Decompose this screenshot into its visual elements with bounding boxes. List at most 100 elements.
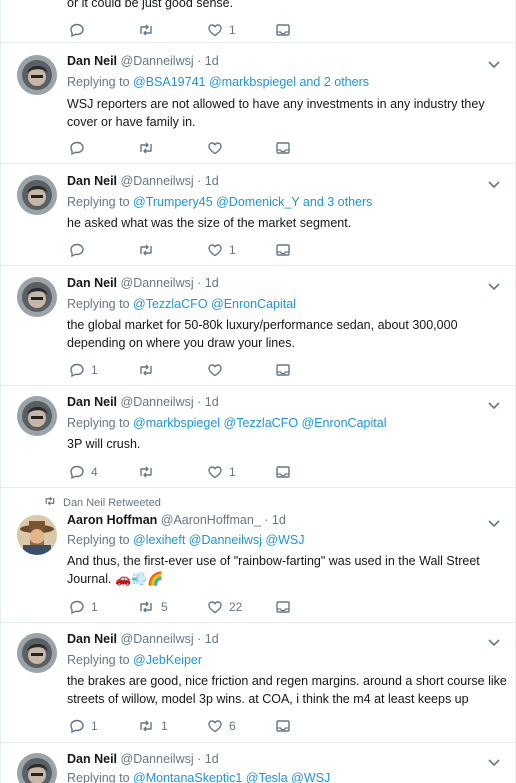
tweet-retweeted[interactable]: Dan Neil Retweeted Aaron Hoffman @AaronH… bbox=[1, 488, 515, 623]
reply-button[interactable] bbox=[69, 21, 85, 39]
author-handle[interactable]: @Danneilwsj bbox=[121, 752, 194, 766]
tweet[interactable]: Dan Neil @Danneilwsj · 1d Replying to @M… bbox=[1, 743, 515, 783]
dm-button[interactable] bbox=[275, 361, 291, 379]
replying-prefix: Replying to bbox=[67, 416, 130, 430]
tweet[interactable]: Dan Neil @Danneilwsj · 1d Replying to @T… bbox=[1, 164, 515, 266]
chevron-down-icon[interactable] bbox=[487, 517, 503, 529]
reply-button[interactable]: 1 bbox=[69, 598, 98, 616]
like-button[interactable] bbox=[207, 139, 223, 157]
like-button[interactable]: 6 bbox=[207, 717, 236, 735]
replying-prefix: Replying to bbox=[67, 653, 130, 667]
author-handle[interactable]: @Danneilwsj bbox=[121, 395, 194, 409]
tweet-actions: 4 1 bbox=[61, 463, 321, 481]
retweet-icon bbox=[137, 464, 155, 480]
replying-to: Replying to @MontanaSkeptic1 @Tesla @WSJ bbox=[67, 771, 330, 783]
reply-count: 4 bbox=[91, 465, 98, 479]
tweet-actions bbox=[61, 139, 321, 157]
author-name[interactable]: Dan Neil bbox=[67, 395, 117, 409]
retweet-button[interactable]: 5 bbox=[137, 598, 168, 616]
replying-mentions[interactable]: @MontanaSkeptic1 @Tesla @WSJ bbox=[133, 771, 330, 783]
retweet-button[interactable] bbox=[137, 139, 155, 157]
replying-mentions[interactable]: @JebKeiper bbox=[133, 653, 202, 667]
replying-others[interactable]: and 2 others bbox=[299, 75, 369, 89]
avatar[interactable] bbox=[17, 277, 57, 317]
author-name[interactable]: Dan Neil bbox=[67, 54, 117, 68]
retweet-icon bbox=[137, 140, 155, 156]
separator-dot: · bbox=[197, 632, 202, 646]
retweet-button[interactable] bbox=[137, 361, 155, 379]
retweet-button[interactable] bbox=[137, 21, 155, 39]
replying-mentions[interactable]: @BSA19741 @markbspiegel bbox=[133, 75, 296, 89]
retweet-icon bbox=[137, 599, 155, 615]
tweet-time[interactable]: 1d bbox=[205, 752, 219, 766]
envelope-icon bbox=[275, 140, 291, 156]
avatar[interactable] bbox=[17, 633, 57, 673]
chevron-down-icon[interactable] bbox=[487, 399, 503, 411]
replying-others[interactable]: and 3 others bbox=[303, 195, 373, 209]
replying-mentions[interactable]: @markbspiegel @TezzlaCFO @EnronCapital bbox=[133, 416, 386, 430]
tweet-time[interactable]: 1d bbox=[205, 632, 219, 646]
avatar[interactable] bbox=[17, 515, 57, 555]
author-handle[interactable]: @Danneilwsj bbox=[121, 632, 194, 646]
author-name[interactable]: Dan Neil bbox=[67, 752, 117, 766]
tweet-time[interactable]: 1d bbox=[205, 54, 219, 68]
tweet-partial-top[interactable]: or it could be just good sense. 1 bbox=[1, 0, 515, 43]
envelope-icon bbox=[275, 718, 291, 734]
like-button[interactable] bbox=[207, 361, 223, 379]
dm-button[interactable] bbox=[275, 717, 291, 735]
replying-mentions[interactable]: @TezzlaCFO @EnronCapital bbox=[133, 297, 296, 311]
like-button[interactable]: 22 bbox=[207, 598, 242, 616]
reply-button[interactable] bbox=[69, 139, 85, 157]
dm-button[interactable] bbox=[275, 241, 291, 259]
author-name[interactable]: Dan Neil bbox=[67, 174, 117, 188]
avatar[interactable] bbox=[17, 175, 57, 215]
reply-button[interactable]: 1 bbox=[69, 717, 98, 735]
replying-mentions[interactable]: @lexiheft @Danneilwsj @WSJ bbox=[133, 533, 304, 547]
retweet-button[interactable] bbox=[137, 241, 155, 259]
author-handle[interactable]: @AaronHoffman_ bbox=[161, 513, 261, 527]
like-button[interactable]: 1 bbox=[207, 21, 236, 39]
tweet-time[interactable]: 1d bbox=[205, 395, 219, 409]
chevron-down-icon[interactable] bbox=[487, 280, 503, 292]
reply-button[interactable] bbox=[69, 241, 85, 259]
separator-dot: · bbox=[197, 752, 202, 766]
like-count: 6 bbox=[229, 719, 236, 733]
chevron-down-icon[interactable] bbox=[487, 636, 503, 648]
author-name[interactable]: Aaron Hoffman bbox=[67, 513, 157, 527]
author-handle[interactable]: @Danneilwsj bbox=[121, 54, 194, 68]
chevron-down-icon[interactable] bbox=[487, 58, 503, 70]
author-handle[interactable]: @Danneilwsj bbox=[121, 174, 194, 188]
dm-button[interactable] bbox=[275, 463, 291, 481]
avatar[interactable] bbox=[17, 753, 57, 783]
replying-mentions[interactable]: @Trumpery45 @Domenick_Y bbox=[133, 195, 299, 209]
tweet[interactable]: Dan Neil @Danneilwsj · 1d Replying to @B… bbox=[1, 43, 515, 164]
reply-button[interactable]: 4 bbox=[69, 463, 98, 481]
envelope-icon bbox=[275, 464, 291, 480]
author-name[interactable]: Dan Neil bbox=[67, 276, 117, 290]
tweet-text-wrap: And thus, the first-ever use of "rainbow… bbox=[67, 552, 487, 589]
tweet[interactable]: Dan Neil @Danneilwsj · 1d Replying to @T… bbox=[1, 266, 515, 386]
like-button[interactable]: 1 bbox=[207, 463, 236, 481]
retweet-button[interactable] bbox=[137, 463, 155, 481]
chevron-down-icon[interactable] bbox=[487, 178, 503, 190]
retweet-button[interactable]: 1 bbox=[137, 717, 168, 735]
like-button[interactable]: 1 bbox=[207, 241, 236, 259]
reply-button[interactable]: 1 bbox=[69, 361, 98, 379]
dm-button[interactable] bbox=[275, 139, 291, 157]
dm-button[interactable] bbox=[275, 598, 291, 616]
author-name[interactable]: Dan Neil bbox=[67, 632, 117, 646]
tweet[interactable]: Dan Neil @Danneilwsj · 1d Replying to @J… bbox=[1, 623, 515, 743]
tweet-time[interactable]: 1d bbox=[205, 174, 219, 188]
avatar[interactable] bbox=[17, 396, 57, 436]
retweet-banner-text[interactable]: Dan Neil Retweeted bbox=[63, 497, 161, 509]
author-handle[interactable]: @Danneilwsj bbox=[121, 276, 194, 290]
reply-count: 1 bbox=[91, 719, 98, 733]
chevron-down-icon[interactable] bbox=[487, 756, 503, 768]
tweet-time[interactable]: 1d bbox=[205, 276, 219, 290]
tweet[interactable]: Dan Neil @Danneilwsj · 1d Replying to @m… bbox=[1, 386, 515, 488]
dm-button[interactable] bbox=[275, 21, 291, 39]
envelope-icon bbox=[275, 22, 291, 38]
avatar[interactable] bbox=[17, 55, 57, 95]
tweet-time[interactable]: 1d bbox=[272, 513, 286, 527]
tweet-header: Aaron Hoffman @AaronHoffman_ · 1d bbox=[67, 513, 286, 527]
